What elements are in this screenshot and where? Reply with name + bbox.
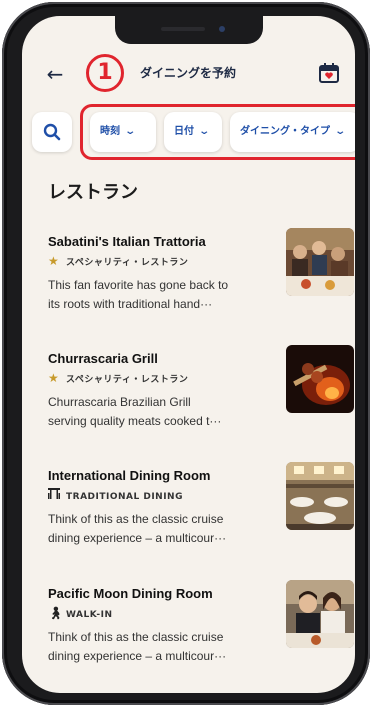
restaurant-name: Pacific Moon Dining Room [48,586,213,601]
chevron-down-icon: ⌄ [198,126,211,137]
section-title: レストラン [48,182,138,203]
restaurant-photo [286,345,354,413]
dining-table-icon [48,488,62,502]
page-title: ダイニングを予約 [140,66,237,80]
restaurant-card[interactable]: International Dining Room TRADITIONAL DI… [48,462,354,576]
restaurant-photo [286,580,354,648]
front-camera [219,26,225,32]
phone-frame: ← 1 ダイニングを予約 時刻 ⌄ 日付 ⌄ ダイニング・タイプ ⌄ レストラン… [2,2,370,705]
description-line: Churrascaria Brazilian Grill [48,395,191,409]
chevron-down-icon: ⌄ [334,126,347,137]
description-line: serving quality meats cooked t··· [48,414,222,428]
restaurant-description: Churrascaria Brazilian Grill serving qua… [48,393,280,431]
category-label: スペシャリティ・レストラン [66,258,189,268]
description-line: Think of this as the classic cruise [48,512,224,526]
search-button[interactable] [32,112,72,152]
header-bar: ← 1 ダイニングを予約 [22,50,355,96]
restaurant-description: Think of this as the classic cruise dini… [48,628,280,666]
restaurant-category: ★ スペシャリティ・レストラン [48,254,188,268]
star-icon: ★ [48,371,60,385]
calendar-icon[interactable] [318,62,340,84]
description-line: dining experience – a multicour··· [48,531,227,545]
chevron-down-icon: ⌄ [124,126,137,137]
back-arrow-icon[interactable]: ← [40,60,70,88]
restaurant-description: Think of this as the classic cruise dini… [48,510,280,548]
restaurant-name: Sabatini's Italian Trattoria [48,234,206,249]
filter-bar: 時刻 ⌄ 日付 ⌄ ダイニング・タイプ ⌄ [22,104,355,160]
restaurant-category: ★ スペシャリティ・レストラン [48,371,188,385]
star-icon: ★ [48,254,60,268]
description-line: its roots with traditional hand··· [48,297,213,311]
restaurant-name: International Dining Room [48,468,211,483]
walking-person-icon: 🚶︎ [48,606,64,620]
date-filter-label: 日付 [174,126,194,137]
restaurant-category: TRADITIONAL DINING [48,488,183,502]
dining-type-filter-label: ダイニング・タイプ [240,126,330,137]
time-filter-label: 時刻 [100,126,120,137]
restaurant-photo [286,462,354,530]
app-screen: ← 1 ダイニングを予約 時刻 ⌄ 日付 ⌄ ダイニング・タイプ ⌄ レストラン… [22,16,355,693]
dining-type-filter-dropdown[interactable]: ダイニング・タイプ ⌄ [230,112,355,152]
time-filter-dropdown[interactable]: 時刻 ⌄ [90,112,156,152]
restaurant-name: Churrascaria Grill [48,351,158,366]
category-label: WALK-IN [66,610,113,620]
restaurant-card[interactable]: Pacific Moon Dining Room 🚶︎ WALK-IN Think… [48,580,354,693]
description-line: Think of this as the classic cruise [48,630,224,644]
step-number-badge: 1 [86,54,124,92]
speaker-grille [161,27,205,31]
date-filter-dropdown[interactable]: 日付 ⌄ [164,112,222,152]
category-label: TRADITIONAL DINING [66,492,183,502]
restaurant-card[interactable]: Sabatini's Italian Trattoria ★ スペシャリティ・レス… [48,228,354,342]
description-line: dining experience – a multicour··· [48,649,227,663]
restaurant-photo [286,228,354,296]
description-line: This fan favorite has gone back to [48,278,229,292]
restaurant-card[interactable]: Churrascaria Grill ★ スペシャリティ・レストラン Churra… [48,345,354,459]
restaurant-description: This fan favorite has gone back to its r… [48,276,280,314]
restaurant-category: 🚶︎ WALK-IN [48,606,113,620]
category-label: スペシャリティ・レストラン [66,375,189,385]
phone-notch [115,16,263,44]
search-icon [43,123,61,141]
